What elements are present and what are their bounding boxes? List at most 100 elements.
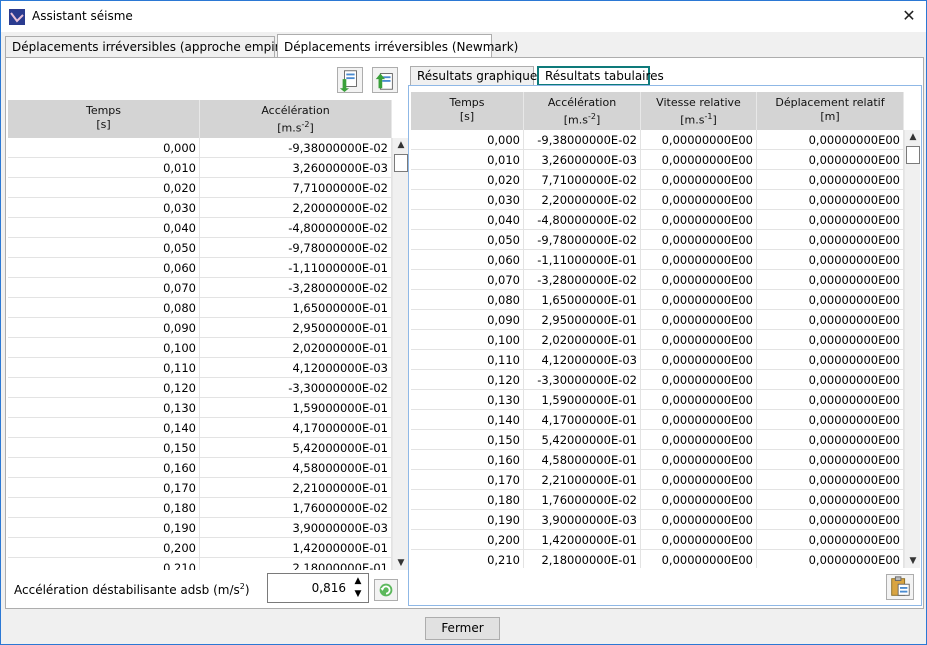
table-cell[interactable]: 0,00000000E00	[757, 510, 904, 529]
table-cell[interactable]: -4,80000000E-02	[200, 218, 392, 237]
table-cell[interactable]: 2,20000000E-02	[200, 198, 392, 217]
table-row[interactable]: 0,110 4,12000000E-03 0,00000000E00 0,000000…	[411, 350, 904, 370]
table-cell[interactable]: 0,00000000E00	[641, 510, 757, 529]
table-cell[interactable]: 2,18000000E-01	[524, 550, 641, 568]
table-cell[interactable]: 0,100	[411, 330, 524, 349]
table-cell[interactable]: 0,060	[411, 250, 524, 269]
table-cell[interactable]: 0,090	[411, 310, 524, 329]
table-cell[interactable]: 0,100	[8, 338, 200, 357]
table-row[interactable]: 0,040 -4,80000000E-02 0,00000000E00 0,00000…	[411, 210, 904, 230]
table-cell[interactable]: 0,00000000E00	[757, 470, 904, 489]
table-cell[interactable]: 0,00000000E00	[641, 470, 757, 489]
table-row[interactable]: 0,010 3,26000000E-03	[8, 158, 392, 178]
table-cell[interactable]: 0,210	[411, 550, 524, 568]
table-row[interactable]: 0,140 4,17000000E-01	[8, 418, 392, 438]
table-cell[interactable]: 0,00000000E00	[641, 290, 757, 309]
table-cell[interactable]: 2,20000000E-02	[524, 190, 641, 209]
table-cell[interactable]: -9,78000000E-02	[200, 238, 392, 257]
table-row[interactable]: 0,100 2,02000000E-01	[8, 338, 392, 358]
table-cell[interactable]: 0,00000000E00	[757, 410, 904, 429]
table-row[interactable]: 0,010 3,26000000E-03 0,00000000E00 0,000000…	[411, 150, 904, 170]
table-cell[interactable]: 0,00000000E00	[641, 430, 757, 449]
table-row[interactable]: 0,000 -9,38000000E-02	[8, 138, 392, 158]
table-cell[interactable]: 0,070	[8, 278, 200, 297]
table-row[interactable]: 0,070 -3,28000000E-02 0,00000000E00 0,00000…	[411, 270, 904, 290]
table-cell[interactable]: 1,76000000E-02	[524, 490, 641, 509]
table-row[interactable]: 0,060 -1,11000000E-01 0,00000000E00 0,00000…	[411, 250, 904, 270]
table-row[interactable]: 0,190 3,90000000E-03	[8, 518, 392, 538]
table-cell[interactable]: 0,00000000E00	[757, 250, 904, 269]
table-cell[interactable]: 1,65000000E-01	[200, 298, 392, 317]
table-cell[interactable]: 0,00000000E00	[641, 170, 757, 189]
table-cell[interactable]: 0,00000000E00	[757, 370, 904, 389]
table-cell[interactable]: 0,190	[8, 518, 200, 537]
table-cell[interactable]: 0,040	[411, 210, 524, 229]
table-cell[interactable]: 0,010	[411, 150, 524, 169]
table-cell[interactable]: 3,90000000E-03	[524, 510, 641, 529]
table-row[interactable]: 0,050 -9,78000000E-02	[8, 238, 392, 258]
table-cell[interactable]: 3,26000000E-03	[524, 150, 641, 169]
table-cell[interactable]: 0,000	[411, 130, 524, 149]
table-cell[interactable]: 0,00000000E00	[641, 230, 757, 249]
table-cell[interactable]: 0,150	[411, 430, 524, 449]
table-row[interactable]: 0,160 4,58000000E-01	[8, 458, 392, 478]
table-cell[interactable]: 0,050	[411, 230, 524, 249]
table-cell[interactable]: 0,130	[411, 390, 524, 409]
table-cell[interactable]: 0,00000000E00	[641, 490, 757, 509]
table-row[interactable]: 0,080 1,65000000E-01 0,00000000E00 0,000000…	[411, 290, 904, 310]
table-cell[interactable]: 0,00000000E00	[757, 210, 904, 229]
table-cell[interactable]: 0,00000000E00	[757, 330, 904, 349]
scroll-thumb[interactable]	[906, 146, 920, 164]
table-row[interactable]: 0,180 1,76000000E-02	[8, 498, 392, 518]
table-row[interactable]: 0,170 2,21000000E-01	[8, 478, 392, 498]
table-cell[interactable]: 5,42000000E-01	[200, 438, 392, 457]
table-row[interactable]: 0,200 1,42000000E-01	[8, 538, 392, 558]
table-cell[interactable]: 0,190	[411, 510, 524, 529]
table-cell[interactable]: 4,58000000E-01	[200, 458, 392, 477]
table-row[interactable]: 0,120 -3,30000000E-02 0,00000000E00 0,00000…	[411, 370, 904, 390]
table-cell[interactable]: 0,200	[411, 530, 524, 549]
table-row[interactable]: 0,180 1,76000000E-02 0,00000000E00 0,000000…	[411, 490, 904, 510]
table-cell[interactable]: 0,150	[8, 438, 200, 457]
adsb-spinbox[interactable]: 0,816 ▲ ▼	[267, 573, 369, 603]
table-cell[interactable]: 0,00000000E00	[757, 550, 904, 568]
table-cell[interactable]: 0,00000000E00	[757, 490, 904, 509]
table-cell[interactable]: 0,00000000E00	[757, 170, 904, 189]
tab-resultats-tabulaires[interactable]: Résultats tabulaires	[537, 66, 664, 86]
table-cell[interactable]: 1,42000000E-01	[524, 530, 641, 549]
table-cell[interactable]: 0,170	[411, 470, 524, 489]
table-row[interactable]: 0,100 2,02000000E-01 0,00000000E00 0,000000…	[411, 330, 904, 350]
table-cell[interactable]: 0,110	[8, 358, 200, 377]
table-row[interactable]: 0,140 4,17000000E-01 0,00000000E00 0,000000…	[411, 410, 904, 430]
table-cell[interactable]: 0,00000000E00	[757, 530, 904, 549]
close-icon[interactable]: ✕	[898, 5, 920, 27]
table-row[interactable]: 0,020 7,71000000E-02	[8, 178, 392, 198]
table-row[interactable]: 0,050 -9,78000000E-02 0,00000000E00 0,00000…	[411, 230, 904, 250]
table-cell[interactable]: 0,080	[8, 298, 200, 317]
fermer-button[interactable]: Fermer	[425, 617, 500, 640]
table-cell[interactable]: 4,12000000E-03	[524, 350, 641, 369]
table-row[interactable]: 0,030 2,20000000E-02 0,00000000E00 0,000000…	[411, 190, 904, 210]
table-cell[interactable]: 0,090	[8, 318, 200, 337]
table-cell[interactable]: 0,130	[8, 398, 200, 417]
spin-up-icon[interactable]: ▲	[350, 575, 366, 588]
table-cell[interactable]: 0,00000000E00	[757, 350, 904, 369]
table-row[interactable]: 0,130 1,59000000E-01	[8, 398, 392, 418]
table-cell[interactable]: 0,180	[8, 498, 200, 517]
table-cell[interactable]: 0,00000000E00	[641, 410, 757, 429]
export-table-button[interactable]	[372, 67, 398, 93]
table-cell[interactable]: -1,11000000E-01	[200, 258, 392, 277]
table-cell[interactable]: 0,00000000E00	[757, 230, 904, 249]
table-cell[interactable]: 0,030	[8, 198, 200, 217]
table-row[interactable]: 0,040 -4,80000000E-02	[8, 218, 392, 238]
tab-empirique[interactable]: Déplacements irréversibles (approche emp…	[5, 36, 310, 58]
table-row[interactable]: 0,000 -9,38000000E-02 0,00000000E00 0,00000…	[411, 130, 904, 150]
table-cell[interactable]: 0,00000000E00	[641, 550, 757, 568]
table-cell[interactable]: -4,80000000E-02	[524, 210, 641, 229]
table-cell[interactable]: 0,00000000E00	[641, 390, 757, 409]
table-cell[interactable]: 5,42000000E-01	[524, 430, 641, 449]
table-cell[interactable]: 4,17000000E-01	[524, 410, 641, 429]
adsb-value[interactable]: 0,816	[312, 581, 346, 595]
scroll-thumb[interactable]	[394, 154, 408, 172]
table-cell[interactable]: -1,11000000E-01	[524, 250, 641, 269]
